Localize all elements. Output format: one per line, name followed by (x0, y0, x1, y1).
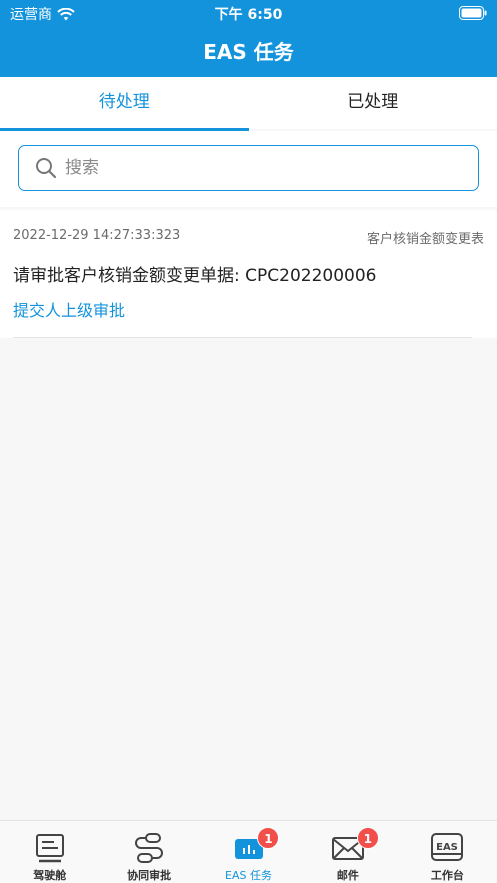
task-step: 提交人上级审批 (13, 301, 126, 320)
tabbar-item-workbench[interactable]: EAS 工作台 (398, 821, 497, 883)
tabbar-label-workflow: 协同审批 (127, 869, 172, 882)
status-bar: 运营商 下午 6:50 (0, 0, 497, 26)
workbench-icon-text: EAS (436, 842, 458, 853)
tabbar-label-mail: 邮件 (336, 869, 359, 882)
bottom-tabbar: 驾驶舱 协同审批 1 EAS 任务 1 邮件 EAS 工作台 (0, 820, 497, 883)
task-item[interactable]: 2022-12-29 14:27:33:323 客户核销金额变更表 请审批客户核… (0, 210, 497, 338)
page-title: EAS 任务 (203, 40, 294, 64)
tabbar-label-workbench: 工作台 (430, 869, 464, 882)
tabbar-item-workflow[interactable]: 协同审批 (99, 821, 198, 883)
tab-pending[interactable]: 待处理 (0, 77, 249, 131)
battery-icon (459, 6, 487, 24)
task-list: 2022-12-29 14:27:33:323 客户核销金额变更表 请审批客户核… (0, 210, 497, 338)
task-title: 请审批客户核销金额变更单据: CPC202200006 (13, 266, 377, 286)
search-box[interactable] (18, 145, 479, 191)
status-tabs: 待处理 已处理 (0, 77, 497, 131)
eas-task-badge: 1 (257, 827, 280, 849)
tabbar-label-eas-task: EAS 任务 (225, 869, 272, 882)
tabbar-item-cockpit[interactable]: 驾驶舱 (0, 821, 99, 883)
workflow-icon (135, 833, 164, 863)
tabbar-item-eas-task[interactable]: 1 EAS 任务 (199, 821, 298, 883)
status-time: 下午 6:50 (214, 7, 283, 23)
tab-processed[interactable]: 已处理 (249, 77, 497, 129)
search-area (0, 131, 497, 207)
app-header: 运营商 下午 6:50 EAS 任务 (0, 0, 497, 77)
search-input[interactable] (65, 158, 445, 178)
task-type: 客户核销金额变更表 (366, 232, 484, 247)
task-date: 2022-12-29 14:27:33:323 (13, 228, 181, 243)
divider (13, 337, 472, 338)
cockpit-icon (35, 834, 64, 863)
workbench-icon: EAS (431, 833, 464, 861)
tabbar-label-cockpit: 驾驶舱 (33, 869, 67, 882)
search-icon (36, 158, 57, 179)
tabbar-item-mail[interactable]: 1 邮件 (298, 821, 397, 883)
mail-badge: 1 (356, 827, 379, 849)
